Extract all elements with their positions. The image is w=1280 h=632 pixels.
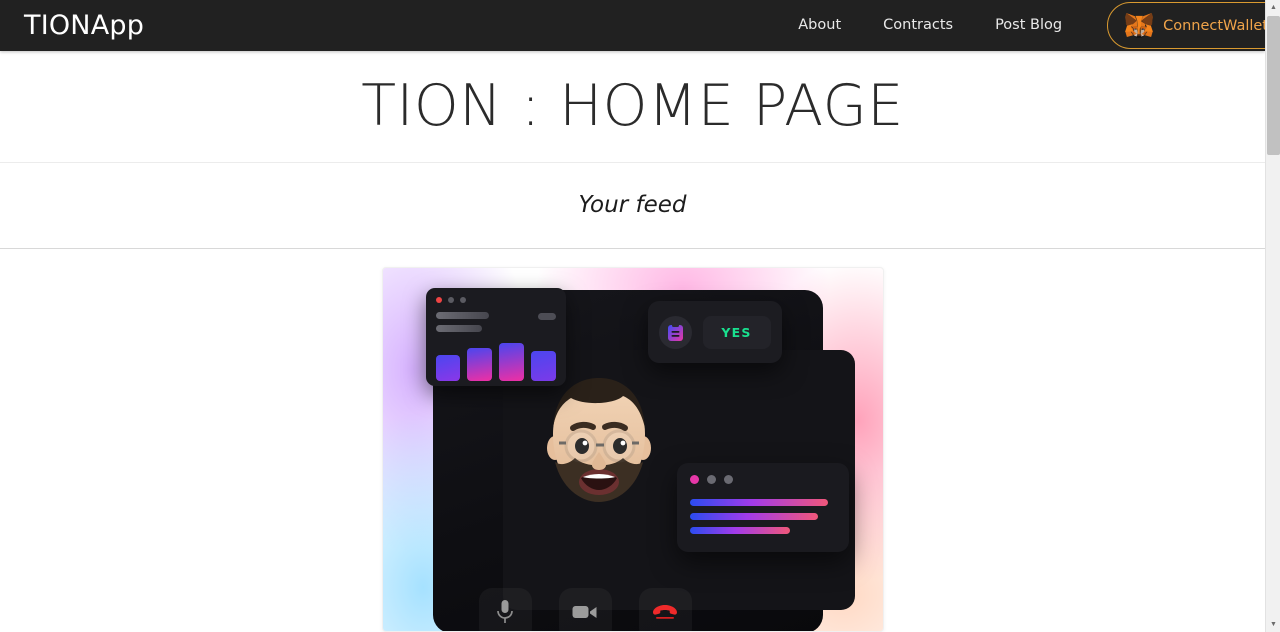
- code-dot-pink: [689, 475, 699, 484]
- video-camera-button[interactable]: [558, 588, 612, 631]
- window-dot-red: [435, 297, 442, 303]
- clipboard-icon: [658, 315, 692, 349]
- metamask-fox-icon: [1124, 12, 1154, 39]
- video-camera-icon: [572, 603, 598, 626]
- illustration-yes-card: YES: [647, 301, 782, 363]
- scrollbar-thumb[interactable]: [1267, 16, 1280, 155]
- gradient-tile-2: [467, 348, 492, 381]
- window-dot-gray-1: [447, 297, 454, 303]
- gradient-tile-4: [530, 351, 556, 381]
- browser-viewport: TIONApp About Contracts Post Blog Connec…: [0, 0, 1280, 632]
- yes-label: YES: [702, 315, 771, 349]
- connect-wallet-button[interactable]: ConnectWallet: [1107, 2, 1280, 49]
- feed-post-card[interactable]: YES: [381, 267, 884, 632]
- window-bar-2: [435, 325, 482, 332]
- connect-wallet-label: ConnectWallet: [1163, 17, 1268, 34]
- app-brand-logo[interactable]: TIONApp: [24, 12, 144, 39]
- gradient-tile-3: [499, 343, 524, 381]
- code-card-traffic-lights: [689, 475, 836, 484]
- code-dot-gray-1: [706, 475, 716, 484]
- window-bar-1: [435, 312, 489, 319]
- illustration-code-card: [676, 463, 849, 552]
- feed-heading-section: Your feed: [0, 163, 1265, 249]
- window-gradient-tiles: [435, 343, 556, 381]
- window-traffic-lights: [435, 297, 556, 303]
- scrollbar-up-arrow-icon[interactable]: ▲: [1266, 0, 1280, 15]
- code-card-lines: [689, 499, 836, 534]
- window-placeholder-rows: [435, 312, 556, 332]
- nav-link-about[interactable]: About: [777, 0, 862, 51]
- scrollbar-down-arrow-icon[interactable]: ▼: [1266, 617, 1280, 632]
- hang-up-phone-icon: [652, 603, 678, 626]
- feed-list: YES: [0, 249, 1265, 632]
- illustration-window-card: [425, 288, 566, 386]
- hang-up-button[interactable]: [638, 588, 692, 631]
- feed-section-title: Your feed: [578, 192, 687, 218]
- call-controls-bar: [478, 588, 692, 631]
- gradient-tile-1: [435, 355, 461, 381]
- window-bar-pill: [537, 313, 556, 320]
- code-line-3: [689, 527, 790, 534]
- nav-link-contracts[interactable]: Contracts: [862, 0, 974, 51]
- memoji-avatar: [546, 378, 651, 502]
- nav-link-post-blog[interactable]: Post Blog: [974, 0, 1083, 51]
- microphone-button[interactable]: [478, 588, 532, 631]
- microphone-icon: [495, 599, 515, 630]
- window-dot-gray-2: [459, 297, 466, 303]
- nav-links-group: About Contracts Post Blog ConnectWallet: [777, 0, 1280, 51]
- code-line-2: [689, 513, 818, 520]
- page-title-section: TION : HOME PAGE: [0, 51, 1265, 163]
- page-title: TION : HOME PAGE: [361, 73, 904, 139]
- code-dot-gray-2: [723, 475, 733, 484]
- vertical-scrollbar[interactable]: ▲ ▼: [1265, 0, 1280, 632]
- code-line-1: [689, 499, 828, 506]
- top-navigation-bar: TIONApp About Contracts Post Blog Connec…: [0, 0, 1280, 51]
